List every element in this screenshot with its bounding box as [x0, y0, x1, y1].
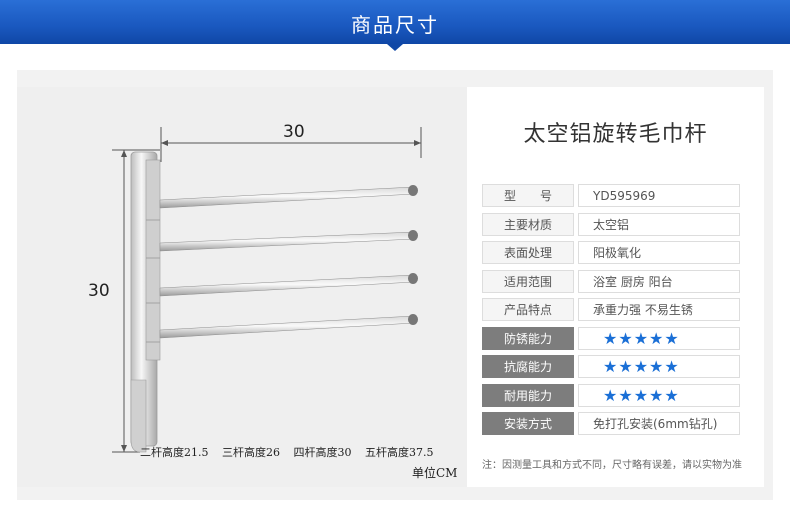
spec-label: 耐用能力	[482, 384, 574, 407]
rack-arm-4	[159, 314, 418, 339]
product-title: 太空铝旋转毛巾杆	[523, 122, 708, 147]
spec-label: 安装方式	[482, 412, 574, 435]
spec-row-rust-resistance: 防锈能力 ★★★★★	[482, 327, 740, 350]
spec-label: 表面处理	[482, 241, 574, 264]
spec-row-features: 产品特点 承重力强 不易生锈	[482, 298, 740, 321]
spec-label: 主要材质	[482, 213, 574, 236]
spec-value: 太空铝	[578, 213, 740, 236]
bar-heights-list: 二杆高度21.5 三杆高度26 四杆高度30 五杆高度37.5	[140, 444, 444, 460]
spec-row-durability: 耐用能力 ★★★★★	[482, 384, 740, 407]
height-dimension-label: 30	[88, 281, 110, 301]
star-rating: ★★★★★	[578, 384, 740, 407]
spec-label: 适用范围	[482, 270, 574, 293]
disclaimer-note: 注：因测量工具和方式不同，尺寸略有误差，请以实物为准	[482, 460, 742, 471]
spec-row-installation: 安装方式 免打孔安装(6mm钻孔)	[482, 412, 740, 435]
height-5-bars: 五杆高度37.5	[365, 446, 434, 459]
spec-label: 产品特点	[482, 298, 574, 321]
rack-arm-1	[159, 185, 418, 209]
unit-label: 单位CM	[412, 466, 458, 480]
width-dimension-label: 30	[283, 122, 305, 142]
spec-value: 阳极氧化	[578, 241, 740, 264]
spec-row-model: 型 号 YD595969	[482, 184, 740, 207]
spec-label: 抗腐能力	[482, 355, 574, 378]
star-rating: ★★★★★	[578, 355, 740, 378]
height-3-bars: 三杆高度26	[222, 446, 280, 459]
spec-value: 浴室 厨房 阳台	[578, 270, 740, 293]
height-2-bars: 二杆高度21.5	[140, 446, 209, 459]
spec-value: YD595969	[578, 184, 740, 207]
spec-row-surface: 表面处理 阳极氧化	[482, 241, 740, 264]
spec-value: 免打孔安装(6mm钻孔)	[578, 412, 740, 435]
product-size-page: 商品尺寸 30 30 二杆高度21.5 三杆高度26 四杆高度30 五杆高度37…	[0, 0, 790, 518]
spec-row-material: 主要材质 太空铝	[482, 213, 740, 236]
spec-row-usage: 适用范围 浴室 厨房 阳台	[482, 270, 740, 293]
rack-arm-2	[159, 230, 418, 252]
rack-arm-3	[159, 273, 418, 297]
star-rating: ★★★★★	[578, 327, 740, 350]
height-4-bars: 四杆高度30	[293, 446, 352, 459]
spec-label: 防锈能力	[482, 327, 574, 350]
spec-label: 型 号	[482, 184, 574, 207]
spec-value: 承重力强 不易生锈	[578, 298, 740, 321]
spec-row-corrosion-resistance: 抗腐能力 ★★★★★	[482, 355, 740, 378]
wall-mount-post	[130, 151, 161, 453]
